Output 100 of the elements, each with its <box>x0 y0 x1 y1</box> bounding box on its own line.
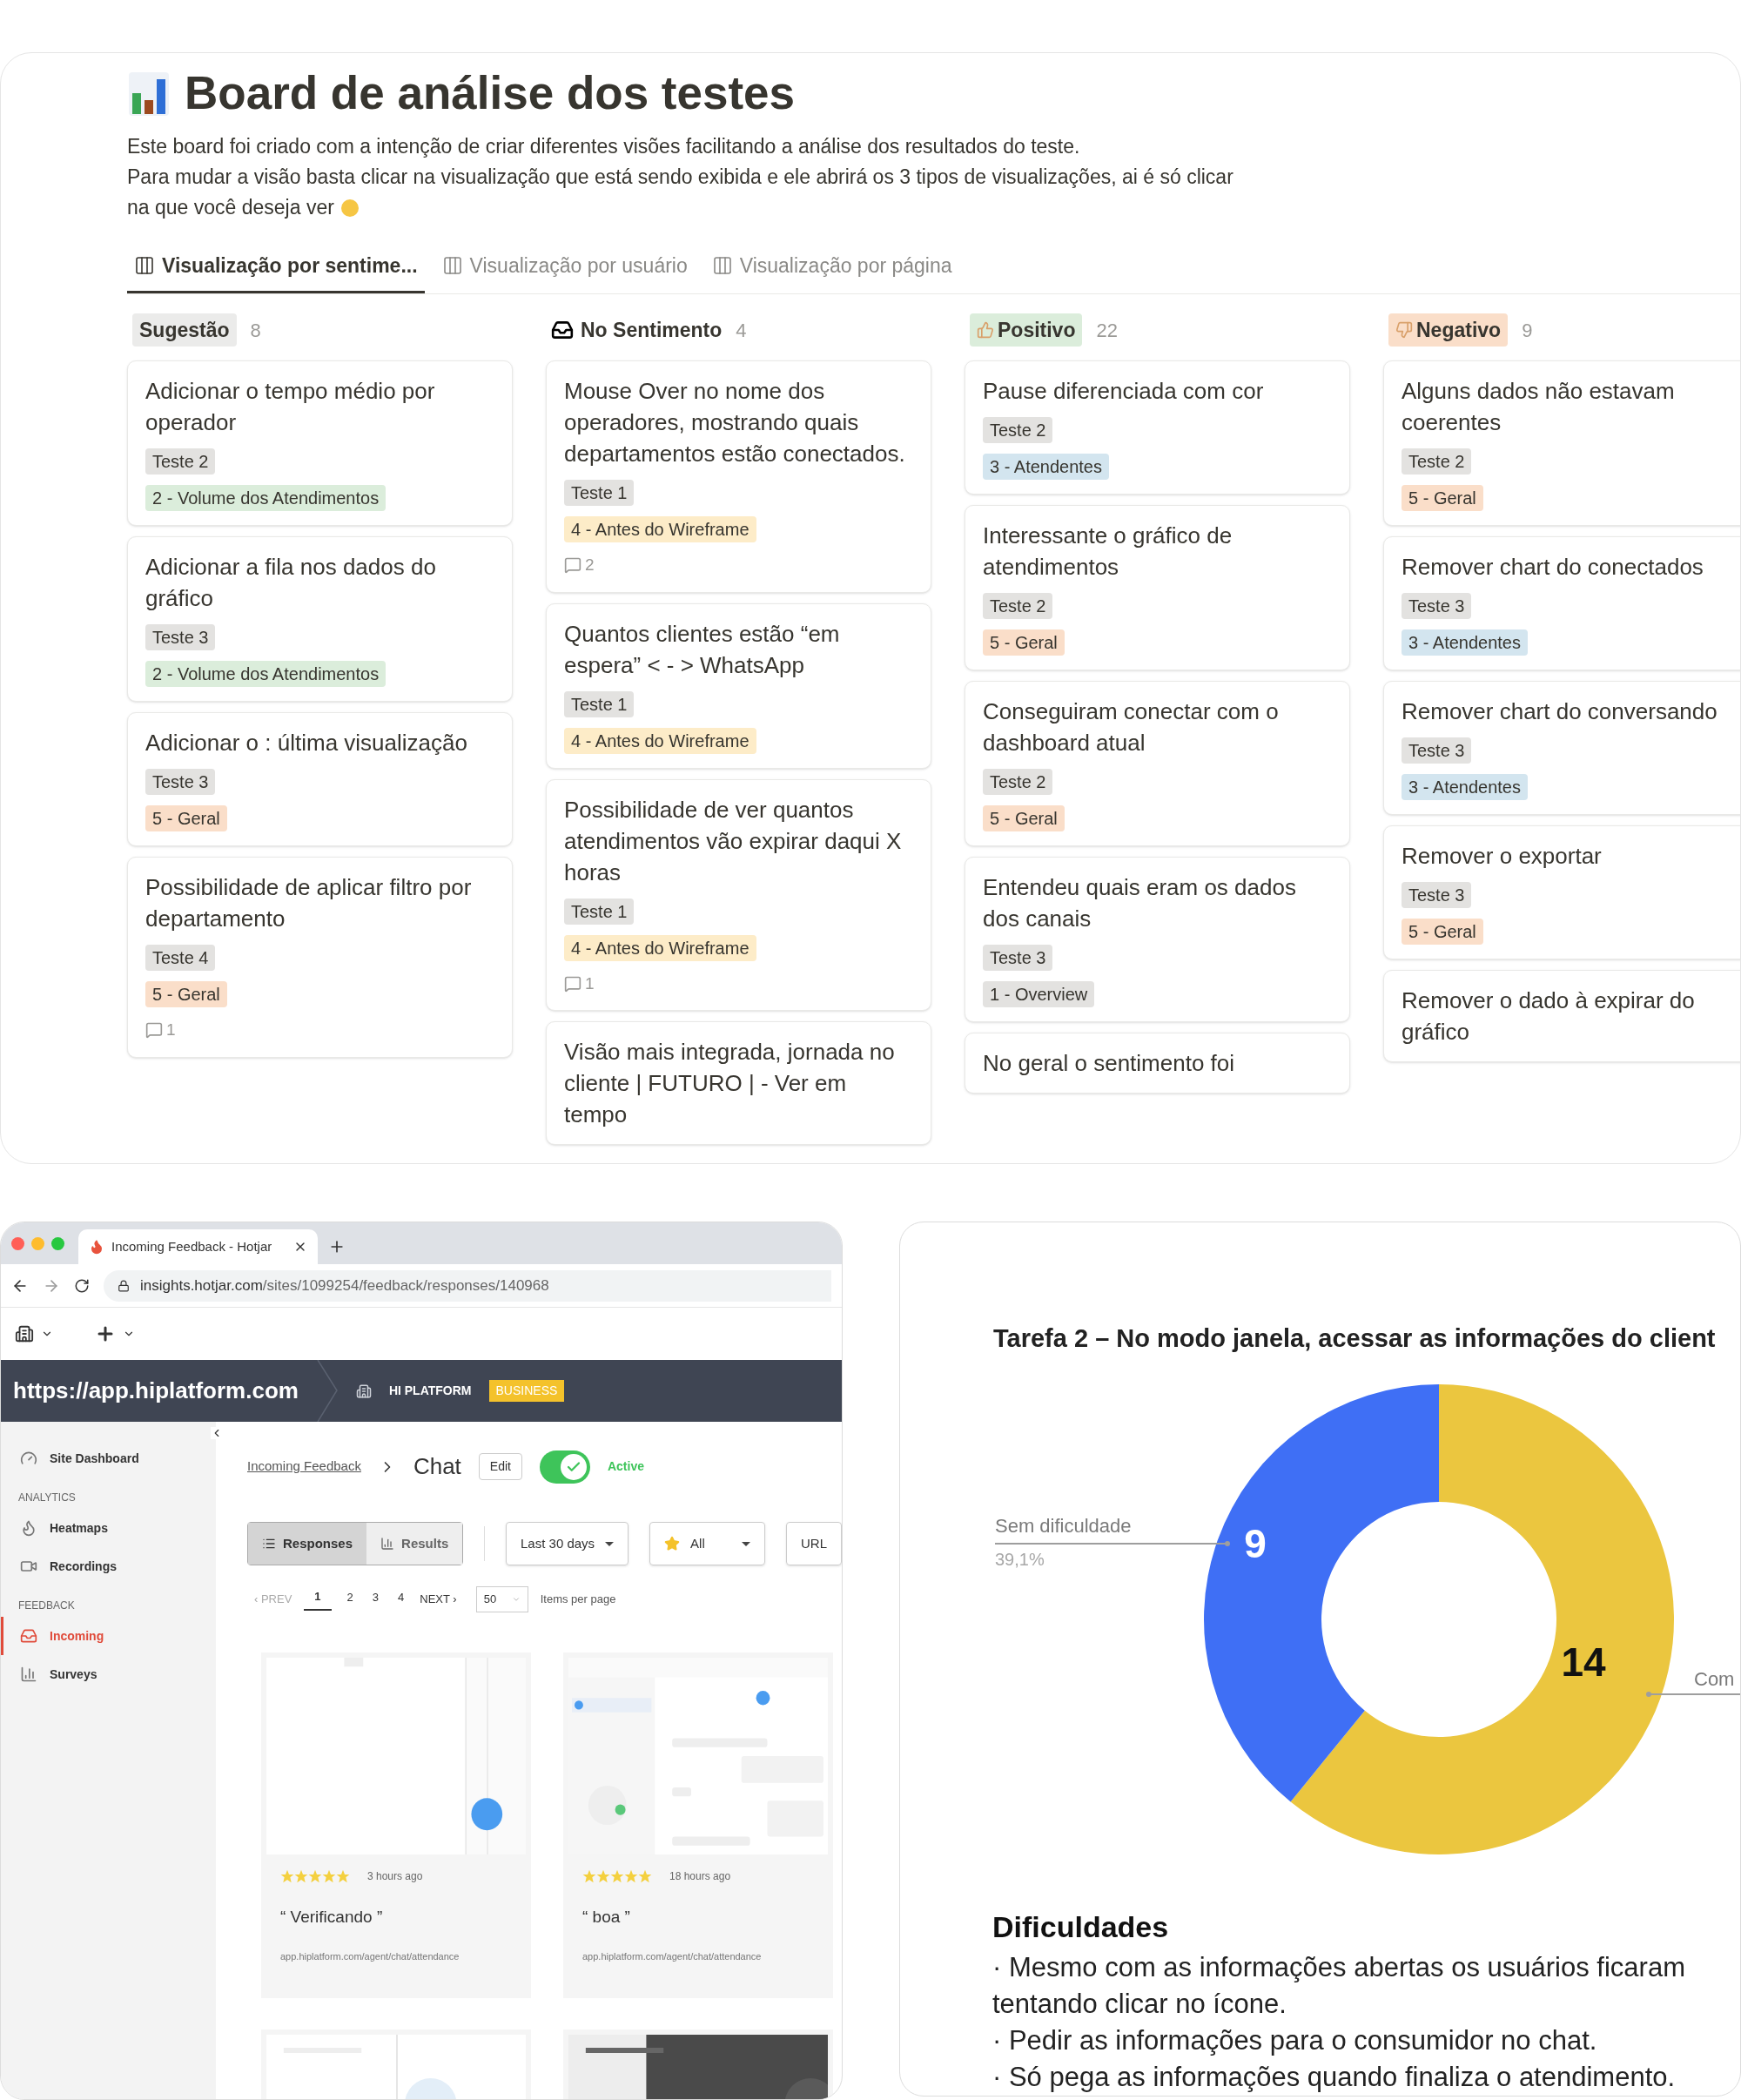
tag: 4 - Antes do Wireframe <box>564 727 756 754</box>
sidebar-section: FEEDBACK <box>1 1598 216 1613</box>
sidebar-item[interactable]: Surveys <box>1 1655 216 1693</box>
view-tab[interactable]: Visualização por página <box>704 246 959 293</box>
board-card[interactable]: No geral o sentimento foi <box>965 1033 1350 1094</box>
page-link[interactable]: 1 <box>304 1588 332 1611</box>
card-title: Possibilidade de ver quantos atendimentos vão expirar daqui X horas <box>564 795 903 887</box>
tag: 5 - Geral <box>1402 919 1483 945</box>
card-title: Remover chart do conectados <box>1402 553 1704 582</box>
view-tab[interactable]: Visualização por usuário <box>434 246 695 293</box>
table-icon <box>134 254 155 276</box>
board-card[interactable]: Remover o dado à expirar do gráfico <box>1383 970 1740 1062</box>
star-icon <box>308 1869 322 1883</box>
per-page-select[interactable]: 50 <box>475 1586 528 1612</box>
view-tab[interactable]: Visualização por sentime... <box>127 246 425 293</box>
flame-icon <box>89 1239 104 1255</box>
board-card[interactable]: Entendeu quais eram os dados dos canais Teste 3 1 - Overview <box>965 857 1350 1022</box>
board-card[interactable]: Adicionar o tempo médio por operador Teste 2 2 - Volume dos Atendimentos <box>127 360 513 526</box>
column-badge: Positivo <box>970 313 1083 347</box>
board-card[interactable]: Remover chart do conectados Teste 3 3 - Atendentes <box>1383 536 1740 670</box>
active-toggle[interactable] <box>539 1450 590 1484</box>
section-heading: Dificuldades <box>992 1908 1170 1945</box>
board-card[interactable]: Interessante o gráfico de atendimentos Teste 2 5 - Geral <box>965 505 1350 670</box>
per-page-label: Items per page <box>540 1592 616 1608</box>
card-title: Remover o exportar <box>1402 842 1603 871</box>
board-card[interactable]: Quantos clientes estão “em espera” < - > WhatsApp Teste 1 4 - Antes do Wireframe <box>546 602 931 769</box>
edit-button[interactable]: Edit <box>478 1453 522 1480</box>
tag: 5 - Geral <box>983 805 1065 831</box>
sidebar-item[interactable]: Site Dashboard <box>1 1439 216 1477</box>
table-icon <box>441 254 463 276</box>
slice-value: 14 <box>1561 1639 1606 1685</box>
card-title: Alguns dados não estavam coerentes <box>1402 377 1676 437</box>
card-title: Visão mais integrada, jornada no cliente | FUTURO | - Ver em tempo <box>564 1038 896 1129</box>
board-card[interactable]: Remover o exportar Teste 3 5 - Geral <box>1383 825 1740 959</box>
comment-count: 2 <box>585 555 595 575</box>
board-card[interactable]: Conseguiram conectar com o dashboard atual Teste 2 5 - Geral <box>965 681 1350 846</box>
list-icon <box>262 1537 276 1551</box>
comment-count: 1 <box>585 973 595 994</box>
response-card[interactable]: 18 hours ago “ boa ” app.hiplatform.com/agent/chat/attendance <box>563 1652 833 1998</box>
difficulty-item: · Só pega as informações quando finaliza o atendimento. <box>992 2060 1677 2094</box>
board-card[interactable]: Possibilidade de aplicar filtro por departamento Teste 4 5 - Geral 1 <box>127 857 513 1058</box>
star-icon <box>664 1536 681 1551</box>
view-toggle[interactable]: Responses <box>248 1523 367 1565</box>
card-title: Entendeu quais eram os dados dos canais <box>983 873 1297 933</box>
page-link[interactable]: 2 <box>343 1589 357 1610</box>
next-link[interactable]: NEXT › <box>420 1591 457 1608</box>
board-card[interactable]: Possibilidade de ver quantos atendimentos vão expirar daqui X horas Teste 1 4 - Antes do Wireframe 1 <box>546 778 931 1011</box>
building-icon[interactable] <box>15 1324 34 1343</box>
board-card[interactable]: Mouse Over no nome dos operadores, mostrando quais departamentos estão conectados. Teste 1 4 - Antes do Wireframe 2 <box>546 360 931 593</box>
page-link[interactable]: 4 <box>394 1589 408 1610</box>
thumbs-up-icon <box>977 321 994 339</box>
card-title: Pause diferenciada com cor <box>983 377 1265 406</box>
card-title: Possibilidade de aplicar filtro por departamento <box>145 873 473 933</box>
site-url: https://app.hiplatform.com <box>13 1376 299 1405</box>
column-count: 8 <box>250 318 261 343</box>
column-count: 9 <box>1522 318 1533 343</box>
tag: Teste 3 <box>1402 882 1472 908</box>
tag: Teste 3 <box>145 624 216 650</box>
star-icon <box>610 1869 624 1883</box>
tag: 3 - Atendentes <box>983 454 1109 480</box>
plan-badge: BUSINESS <box>488 1380 565 1402</box>
column-count: 22 <box>1096 318 1118 343</box>
card-title: Adicionar o tempo médio por operador <box>145 377 436 437</box>
tag: 1 - Overview <box>983 981 1095 1007</box>
board-card[interactable]: Adicionar a fila nos dados do gráfico Teste 3 2 - Volume dos Atendimentos <box>127 536 513 702</box>
browser-tab[interactable]: Incoming Feedback - Hotjar <box>78 1229 318 1264</box>
sidebar-item[interactable]: Recordings <box>1 1547 216 1585</box>
difficulty-item: · Pedir as informações para o consumidor no chat. <box>992 2023 1598 2057</box>
response-card[interactable]: 3 hours ago “ Verificando ” app.hiplatform.com/agent/chat/attendance <box>261 1652 531 1998</box>
filter-dropdown[interactable]: All <box>649 1522 765 1565</box>
divider-chevron-icon <box>315 1360 339 1422</box>
star-icon <box>280 1869 294 1883</box>
response-time: 3 hours ago <box>367 1869 423 1884</box>
tag: Teste 2 <box>983 593 1053 619</box>
response-url: app.hiplatform.com/agent/chat/attendance <box>581 1949 763 1963</box>
difficulty-item: · Mesmo com as informações abertas os usuários ficaram tentando clicar no ícone. <box>992 1950 1686 2021</box>
card-title: Quantos clientes estão “em espera” < - > WhatsApp <box>564 619 841 680</box>
breadcrumb-link[interactable]: Incoming Feedback <box>247 1457 361 1477</box>
response-time: 18 hours ago <box>669 1869 731 1884</box>
percent-label: 39,1% <box>995 1549 1045 1569</box>
comment-icon <box>145 1021 163 1040</box>
filter-dropdown[interactable]: Last 30 days <box>506 1522 629 1565</box>
sidebar-item[interactable]: Heatmaps <box>1 1509 216 1547</box>
filter-dropdown[interactable]: URL <box>786 1522 842 1565</box>
reload-icon[interactable] <box>74 1277 90 1294</box>
column-badge: Sugestão <box>132 313 237 347</box>
inbox-icon <box>20 1627 37 1645</box>
board-card[interactable]: Pause diferenciada com cor Teste 2 3 - Atendentes <box>965 360 1350 495</box>
board-card[interactable]: Visão mais integrada, jornada no cliente | FUTURO | - Ver em tempo <box>546 1021 931 1145</box>
column-badge: Negativo <box>1388 313 1509 347</box>
table-icon <box>711 254 733 276</box>
tag: 2 - Volume dos Atendimentos <box>145 661 387 687</box>
tab-title: Incoming Feedback - Hotjar <box>111 1237 273 1255</box>
page-link[interactable]: 3 <box>368 1589 383 1610</box>
board-card[interactable]: Remover chart do conversando Teste 3 3 - Atendentes <box>1383 681 1740 815</box>
board-card[interactable]: Adicionar o : última visualização Teste 3 5 - Geral <box>127 712 513 846</box>
view-toggle[interactable]: Results <box>366 1523 463 1565</box>
caret-icon <box>605 1541 615 1546</box>
board-card[interactable]: Alguns dados não estavam coerentes Teste 2 5 - Geral <box>1383 360 1740 526</box>
sidebar-item[interactable]: Incoming <box>1 1617 216 1655</box>
